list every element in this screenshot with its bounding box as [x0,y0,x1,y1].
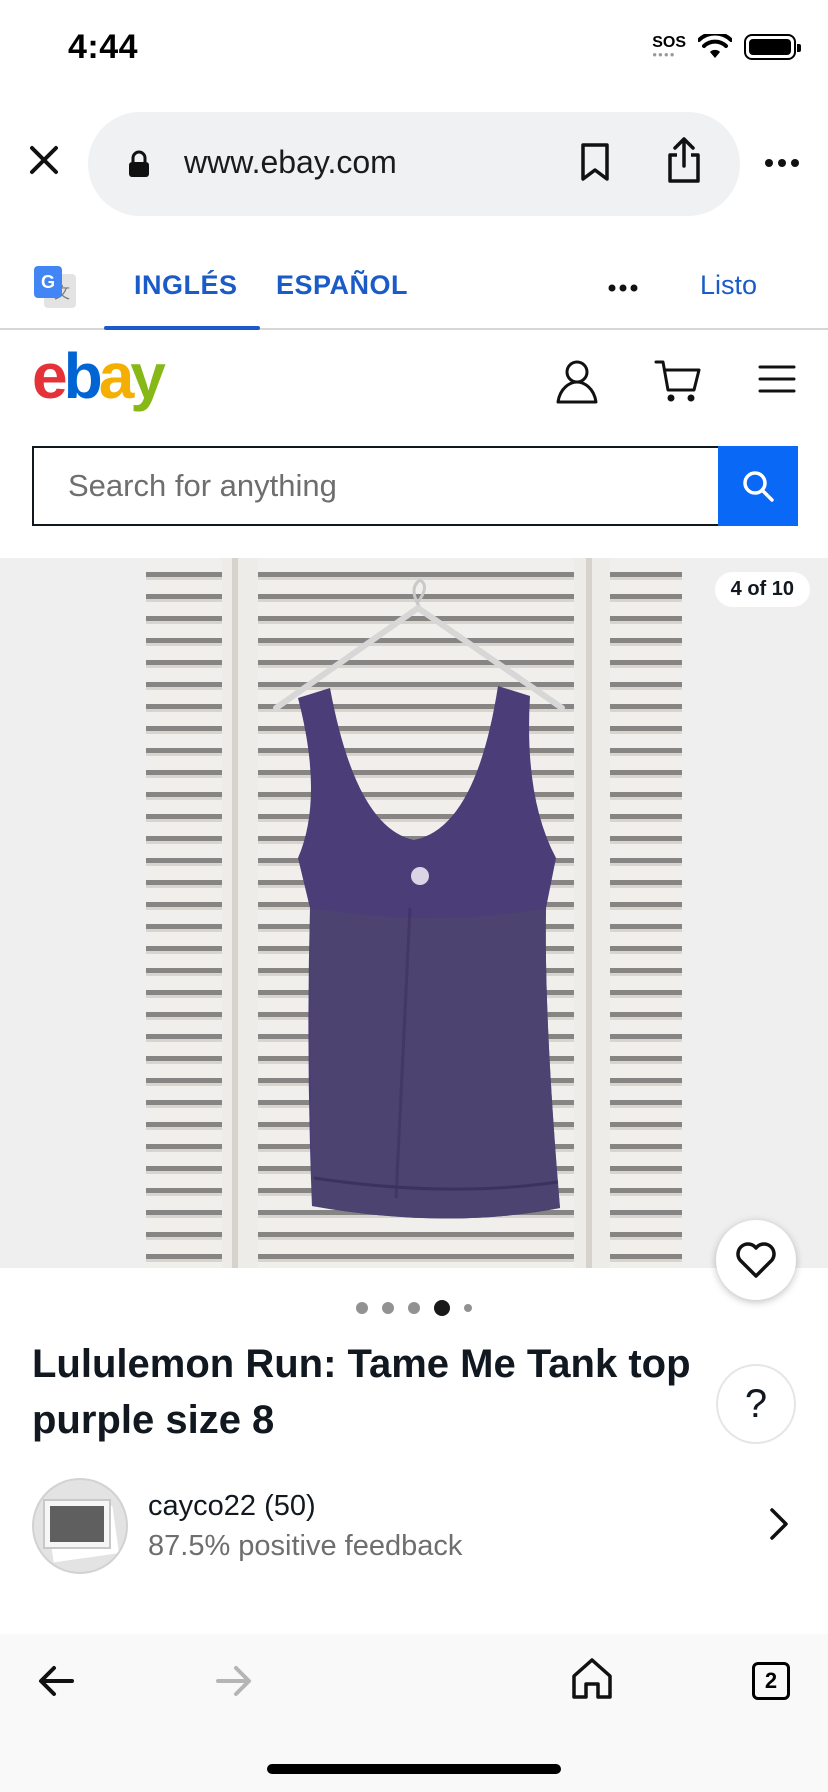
help-button[interactable]: ? [716,1364,796,1444]
avatar [32,1478,128,1574]
photo-counter: 4 of 10 [714,572,810,607]
carousel-dots [0,1300,828,1316]
forward-arrow-icon[interactable] [214,1664,254,1698]
carousel-dot[interactable] [464,1304,472,1312]
hamburger-menu-icon[interactable] [758,364,796,394]
photo-placeholder-icon [43,1499,120,1563]
home-indicator [267,1764,561,1774]
cart-icon[interactable] [654,358,702,404]
site-header: ebay [0,332,828,442]
more-icon[interactable] [764,158,800,168]
battery-icon [744,34,801,60]
watchlist-button[interactable] [716,1220,796,1300]
heart-icon [736,1242,776,1278]
seller-feedback: 87.5% positive feedback [148,1530,463,1562]
tab-spanish[interactable]: ESPAÑOL [276,270,408,301]
status-time: 4:44 [68,28,139,66]
tabs-button[interactable]: 2 [752,1662,790,1700]
status-bar: 4:44 SOS ●●●● [0,0,828,100]
search-input[interactable] [32,446,718,526]
share-icon[interactable] [666,136,702,184]
bookmark-icon[interactable] [580,142,610,182]
url-text: www.ebay.com [184,144,397,180]
google-translate-icon[interactable]: 文 G [32,264,78,310]
image-gallery[interactable]: 4 of 10 [0,558,828,1268]
carousel-dot[interactable] [356,1302,368,1314]
more-icon[interactable] [608,284,638,292]
active-tab-indicator [104,326,260,330]
close-icon[interactable] [22,138,66,182]
lock-icon [129,150,149,177]
status-icons: SOS ●●●● [652,34,801,60]
search-button[interactable] [718,446,798,526]
seller-info[interactable]: cayco22 (50) 87.5% positive feedback [32,1476,798,1576]
browser-bar: www.ebay.com [0,112,828,216]
translate-bar: 文 G INGLÉS ESPAÑOL Listo [0,248,828,330]
carousel-dot[interactable] [408,1302,420,1314]
product-photo[interactable] [146,558,682,1268]
carousel-dot-active[interactable] [434,1300,450,1316]
sos-indicator: SOS ●●●● [652,35,686,59]
signal-dots-icon: ●●●● [652,50,676,59]
chevron-right-icon[interactable] [768,1506,790,1542]
account-icon[interactable] [556,358,598,404]
wifi-icon [698,34,732,58]
seller-name[interactable]: cayco22 (50) [148,1490,316,1523]
done-button[interactable]: Listo [700,270,757,301]
svg-text:G: G [41,272,55,292]
address-bar[interactable]: www.ebay.com [88,112,740,216]
product-image [146,558,682,1268]
search-bar [32,446,798,526]
home-icon[interactable] [570,1656,614,1700]
sos-label: SOS [652,34,686,51]
ebay-logo[interactable]: ebay [32,344,166,408]
back-arrow-icon[interactable] [36,1664,76,1698]
carousel-dot[interactable] [382,1302,394,1314]
search-icon [743,471,774,502]
tab-english[interactable]: INGLÉS [134,270,238,301]
listing-title: Lululemon Run: Tame Me Tank top purple s… [32,1342,691,1442]
